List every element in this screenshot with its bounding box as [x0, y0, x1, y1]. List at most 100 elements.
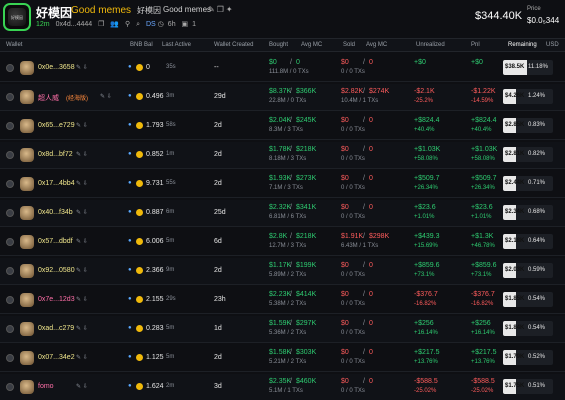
col-bought-avg-mc[interactable]: Avg MC — [301, 42, 322, 48]
select-dot-icon[interactable] — [6, 296, 14, 304]
wallet-actions-icons[interactable]: ✎ ⇩ — [76, 383, 88, 390]
sold-avg-mc: 0 — [369, 378, 373, 385]
sold-usd: $0 — [341, 349, 349, 356]
table-row[interactable]: 0x7e...12d3 ✎ ⇩ ● 2.155 29s 23h $2.23K /… — [0, 287, 565, 314]
sold-avg-mc: 0 — [369, 320, 373, 327]
wallet-address[interactable]: 0xad...c279 — [38, 325, 74, 332]
bnb-balance: 0.496 — [146, 93, 164, 100]
wallet-actions-icons[interactable]: ✎ ⇩ — [76, 209, 88, 216]
wallet-actions-icons[interactable]: ✎ ⇩ — [76, 122, 88, 129]
wallet-actions-icons[interactable]: ✎ ⇩ — [76, 267, 88, 274]
col-sold-avg-mc[interactable]: Avg MC — [366, 42, 387, 48]
token-address[interactable]: 0x4d...4444 — [56, 21, 93, 28]
wallet-address[interactable]: 0x17...4bb4 — [38, 180, 75, 187]
table-row[interactable]: 0x92...0580 ✎ ⇩ ● 2.366 9m 2d $1.17K / $… — [0, 258, 565, 285]
pin-icon[interactable]: ⚲ — [125, 21, 130, 28]
select-dot-icon[interactable] — [6, 267, 14, 275]
select-dot-icon[interactable] — [6, 93, 14, 101]
wallet-actions-icons[interactable]: ✎ ⇩ — [76, 238, 88, 245]
unrealized-pct: +40.4% — [414, 127, 435, 133]
wallet-address[interactable]: 0x07...34e2 — [38, 354, 75, 361]
wallet-created: 2d — [214, 267, 222, 274]
table-row[interactable]: 超人威 (经海版) ✎ ⇩ ● 0.496 3m 29d $8.37K / $3… — [0, 84, 565, 111]
col-bought[interactable]: Bought — [269, 42, 288, 48]
select-dot-icon[interactable] — [6, 325, 14, 333]
col-sold[interactable]: Sold — [343, 42, 355, 48]
copy-icon[interactable]: ❐ — [217, 5, 226, 14]
remaining-pct: 0.68% — [528, 209, 546, 215]
wallet-actions-icons[interactable]: ✎ ⇩ — [100, 93, 112, 100]
select-dot-icon[interactable] — [6, 209, 14, 217]
sold-sep: / — [363, 233, 365, 240]
table-row[interactable]: 0x8d...bf72 ✎ ⇩ ● 0.852 1m 2d $1.78K / $… — [0, 142, 565, 169]
table-row[interactable]: 0x0e...3658 ✎ ⇩ ● 0 35s -- $0 / 0 111.8M… — [0, 55, 565, 82]
col-pnl[interactable]: Pnl — [471, 42, 480, 48]
pnl-pct: -25.02% — [471, 388, 494, 394]
col-wallet-created[interactable]: Wallet Created — [214, 42, 253, 48]
sold-sep: / — [363, 320, 365, 327]
select-dot-icon[interactable] — [6, 383, 14, 391]
price-value: $0.0₅344 — [527, 16, 560, 25]
wallet-actions-icons[interactable]: ✎ ⇩ — [76, 325, 88, 332]
wallet-actions-icons[interactable]: ✎ ⇩ — [76, 151, 88, 158]
table-row[interactable]: 0x57...dbdf ✎ ⇩ ● 6.006 5m 6d $2.8K / $2… — [0, 229, 565, 256]
table-row[interactable]: fomo ✎ ⇩ ● 1.624 2m 3d $2.35K / $460K 5.… — [0, 374, 565, 400]
unrealized: +$824.4 — [414, 117, 440, 124]
wallet-address[interactable]: 0x92...0580 — [38, 267, 75, 274]
bought-sub: 111.8M / 0 TXs — [269, 69, 309, 75]
sold-sub: 0 / 0 TXs — [341, 330, 365, 336]
col-bnb-bal[interactable]: BNB Bal — [130, 42, 153, 48]
table-row[interactable]: 0x40...f34b ✎ ⇩ ● 0.887 6m 25d $2.32K / … — [0, 200, 565, 227]
token-avatar[interactable]: 好模因 — [3, 3, 31, 31]
wallet-address[interactable]: 超人威 — [38, 93, 59, 103]
select-dot-icon[interactable] — [6, 238, 14, 246]
wallet-address[interactable]: 0x7e...12d3 — [38, 296, 75, 303]
ds-link[interactable]: DS — [146, 21, 156, 28]
wallet-address[interactable]: 0x65...e729 — [38, 122, 75, 129]
sold-usd: $0 — [341, 378, 349, 385]
table-row[interactable]: 0xad...c279 ✎ ⇩ ● 0.283 5m 1d $1.59K / $… — [0, 316, 565, 343]
col-unrealized[interactable]: Unrealized — [416, 42, 445, 48]
select-dot-icon[interactable] — [6, 354, 14, 362]
remaining-pct: 0.71% — [528, 180, 546, 186]
select-dot-icon[interactable] — [6, 122, 14, 130]
table-row[interactable]: 0x07...34e2 ✎ ⇩ ● 1.125 5m 2d $1.58K / $… — [0, 345, 565, 372]
col-remaining[interactable]: Remaining — [508, 42, 537, 48]
unrealized: +$256 — [414, 320, 434, 327]
token-header: 好模因 好模因 Good memes 好模因 Good memes ✎❐✦ 12… — [0, 0, 565, 34]
select-dot-icon[interactable] — [6, 64, 14, 72]
unrealized: +$859.6 — [414, 262, 440, 269]
wallet-avatar — [20, 177, 34, 191]
bnb-balance: 9.731 — [146, 180, 164, 187]
bnb-icon — [136, 151, 143, 158]
bought-sep: / — [290, 88, 292, 95]
people-icon[interactable]: 👥 — [110, 21, 119, 28]
wallet-actions-icons[interactable]: ✎ ⇩ — [76, 64, 88, 71]
wallet-actions-icons[interactable]: ✎ ⇩ — [76, 354, 88, 361]
wallet-address[interactable]: fomo — [38, 383, 54, 390]
search-icon[interactable]: ⌕ — [136, 21, 140, 28]
flame-icon[interactable]: ✦ — [226, 5, 235, 14]
select-dot-icon[interactable] — [6, 180, 14, 188]
table-row[interactable]: 0x65...e729 ✎ ⇩ ● 1.793 58s 2d $2.04K / … — [0, 113, 565, 140]
pnl-pct: +40.4% — [471, 127, 492, 133]
wallet-address[interactable]: 0x0e...3658 — [38, 64, 75, 71]
select-dot-icon[interactable] — [6, 151, 14, 159]
last-active: 58s — [166, 122, 176, 128]
wallet-address[interactable]: 0x57...dbdf — [38, 238, 73, 245]
bought-sep: / — [290, 204, 292, 211]
wallet-address[interactable]: 0x8d...bf72 — [38, 151, 73, 158]
edit-icon[interactable]: ✎ — [208, 5, 217, 14]
table-row[interactable]: 0x17...4bb4 ✎ ⇩ ● 9.731 55s 2d $1.93K / … — [0, 171, 565, 198]
wallet-created: 2d — [214, 122, 222, 129]
wallet-address[interactable]: 0x40...f34b — [38, 209, 73, 216]
wallet-actions-icons[interactable]: ✎ ⇩ — [76, 296, 88, 303]
col-wallet[interactable]: Wallet — [6, 42, 22, 48]
unrealized-pct: -16.82% — [414, 301, 437, 307]
col-last-active[interactable]: Last Active — [162, 42, 191, 48]
copy-address-icon[interactable]: ❐ — [98, 21, 104, 28]
wallet-created: 2d — [214, 180, 222, 187]
wallet-actions-icons[interactable]: ✎ ⇩ — [76, 180, 88, 187]
col-usd[interactable]: USD — [546, 42, 559, 48]
sold-usd: $2.82K — [341, 88, 364, 95]
